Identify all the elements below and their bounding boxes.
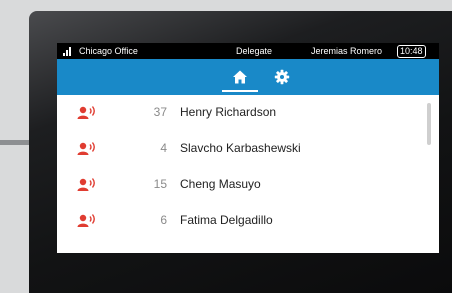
home-icon xyxy=(233,70,247,84)
calling-contact-icon xyxy=(77,214,95,227)
call-count: 15 xyxy=(153,177,167,191)
user-name: Jeremias Romero xyxy=(311,46,383,56)
location-label: Chicago Office xyxy=(79,46,138,56)
status-bar: Chicago Office Delegate Jeremias Romero … xyxy=(57,43,439,59)
list-item[interactable]: 15 Cheng Masuyo xyxy=(57,169,427,205)
call-count: 6 xyxy=(160,213,167,227)
mode-label: Delegate xyxy=(236,46,273,56)
tab-home[interactable] xyxy=(220,62,260,95)
call-count: 4 xyxy=(160,141,167,155)
gear-icon xyxy=(274,69,290,85)
phone-device-bezel: Chicago Office Delegate Jeremias Romero … xyxy=(29,11,452,293)
list-item[interactable]: 37 Henry Richardson xyxy=(57,97,427,133)
calling-contact-icon xyxy=(77,178,95,191)
calling-contact-icon xyxy=(77,142,95,155)
contact-name: Fatima Delgadillo xyxy=(180,213,273,227)
list-item[interactable]: 6 Fatima Delgadillo xyxy=(57,205,427,241)
clock: 10:48 xyxy=(397,45,426,58)
contact-name: Henry Richardson xyxy=(180,105,277,119)
wall-line xyxy=(0,140,30,145)
call-count: 37 xyxy=(153,105,167,119)
phone-screen: Chicago Office Delegate Jeremias Romero … xyxy=(57,43,439,253)
contact-name: Slavcho Karbashewski xyxy=(180,141,301,155)
top-navigation-bar xyxy=(57,59,439,95)
tab-settings[interactable] xyxy=(262,62,302,95)
contact-name: Cheng Masuyo xyxy=(180,177,261,191)
calling-contact-icon xyxy=(77,106,95,119)
scrollbar[interactable] xyxy=(427,103,431,145)
call-list: 37 Henry Richardson 4 Slavcho Karbashews… xyxy=(57,95,439,253)
signal-strength-icon xyxy=(63,47,75,56)
list-item[interactable]: 4 Slavcho Karbashewski xyxy=(57,133,427,169)
tab-selected-indicator xyxy=(222,90,258,92)
